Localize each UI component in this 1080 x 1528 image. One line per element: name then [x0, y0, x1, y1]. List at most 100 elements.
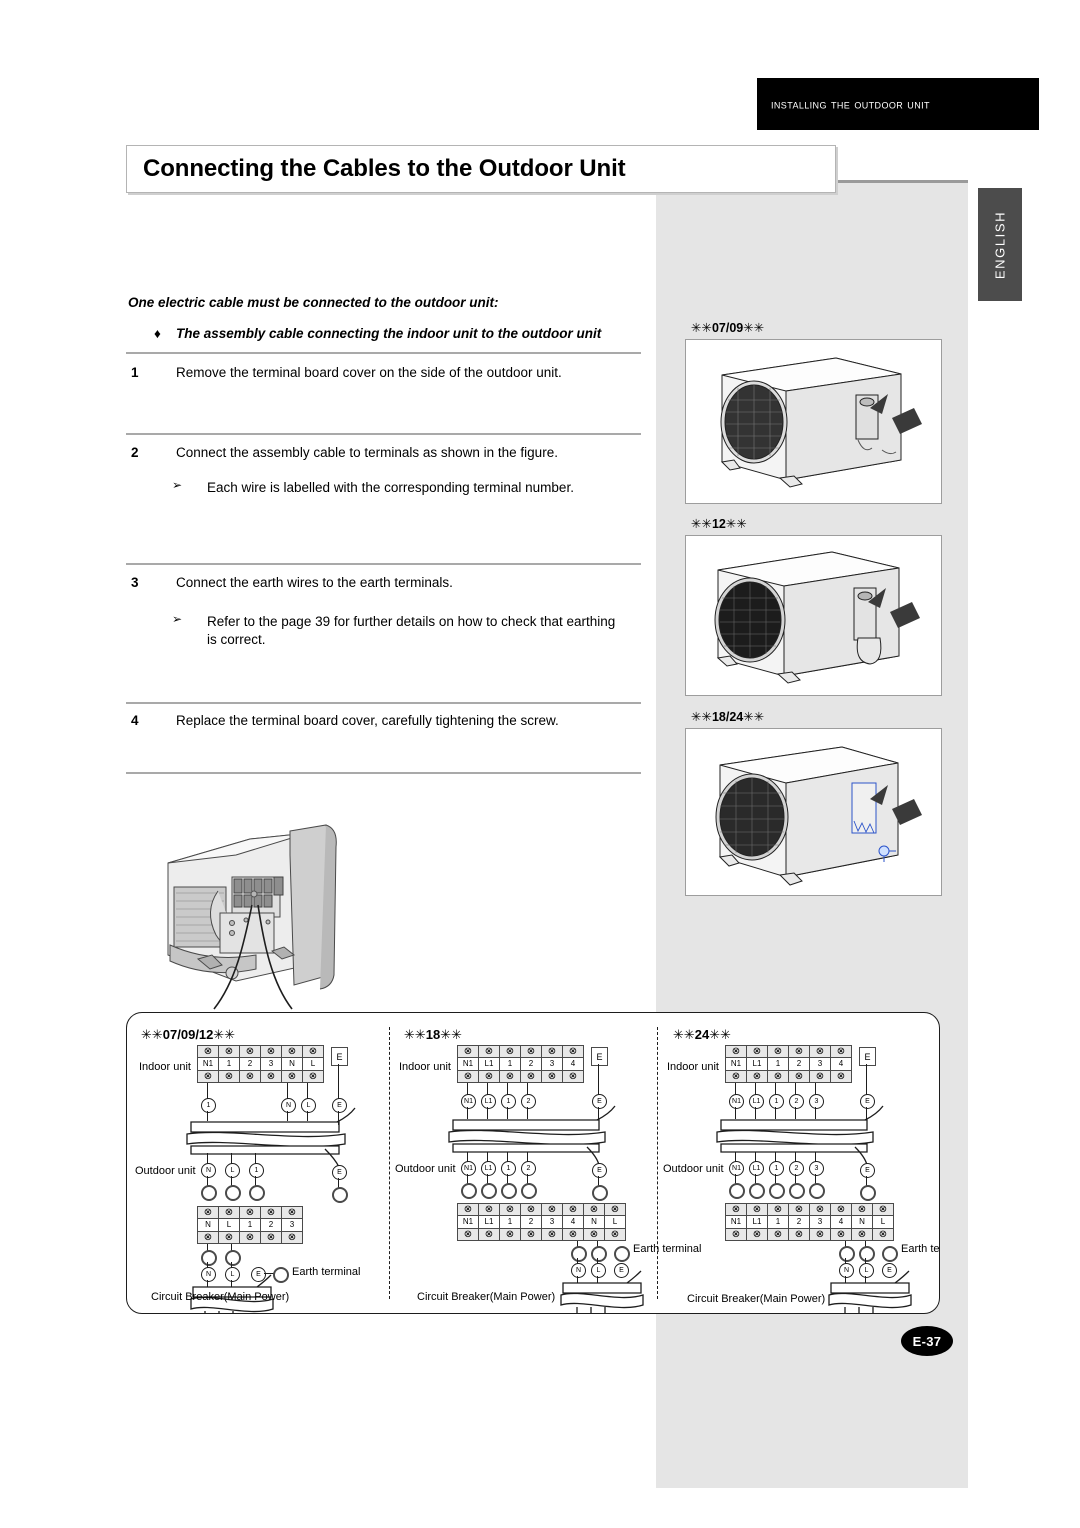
terminal-name: 3: [810, 1216, 830, 1228]
connector-ring: [225, 1250, 241, 1266]
terminal-cell: ⊗ L1 ⊗: [747, 1204, 768, 1240]
terminal-name: 3: [542, 1216, 562, 1228]
wire-tag: N1: [461, 1161, 476, 1176]
page-number-badge: E-37: [901, 1326, 953, 1356]
step-3-sub-1-text: Refer to the page 39 for further details…: [207, 614, 616, 648]
terminal-screw-icon: ⊗: [810, 1228, 830, 1240]
terminal-cell: ⊗ N ⊗: [198, 1207, 219, 1243]
wire-tag: L1: [481, 1161, 496, 1176]
terminal-screw-icon: ⊗: [789, 1046, 809, 1058]
terminal-screw-icon: ⊗: [852, 1204, 872, 1216]
wire-tag: E: [614, 1263, 629, 1278]
diagram-3-breaker-cable: [828, 1270, 912, 1313]
connector-ring: [501, 1183, 517, 1199]
terminal-screw-icon: ⊗: [198, 1207, 218, 1219]
terminal-screw-icon: ⊗: [219, 1070, 239, 1082]
connector-ring: [273, 1267, 289, 1283]
terminal-screw-icon: ⊗: [563, 1228, 583, 1240]
terminal-cell: ⊗ 1 ⊗: [500, 1204, 521, 1240]
terminal-screw-icon: ⊗: [303, 1046, 323, 1058]
terminal-cell: ⊗ 1 ⊗: [500, 1046, 521, 1082]
terminal-cell: ⊗ L ⊗: [605, 1204, 625, 1240]
terminal-screw-icon: ⊗: [768, 1046, 788, 1058]
connector-ring: [521, 1183, 537, 1199]
wire: [307, 1083, 309, 1099]
terminal-cell: ⊗ 2 ⊗: [240, 1046, 261, 1082]
terminal-name: 2: [789, 1058, 809, 1070]
terminal-name: L1: [747, 1216, 767, 1228]
terminal-screw-icon: ⊗: [563, 1204, 583, 1216]
terminal-name: 1: [219, 1058, 239, 1070]
wire: [866, 1064, 868, 1095]
terminal-screw-icon: ⊗: [282, 1046, 302, 1058]
terminal-screw-icon: ⊗: [500, 1046, 520, 1058]
wire-tag: L: [225, 1163, 240, 1178]
terminal-name: L1: [747, 1058, 767, 1070]
wire-tag: N: [201, 1267, 216, 1282]
terminal-screw-icon: ⊗: [479, 1228, 499, 1240]
terminal-screw-icon: ⊗: [831, 1228, 851, 1240]
terminal-screw-icon: ⊗: [852, 1228, 872, 1240]
wire: [598, 1064, 600, 1095]
language-tab-label: ENGLISH: [992, 210, 1008, 279]
terminal-screw-icon: ⊗: [789, 1204, 809, 1216]
diagram-3-indoor-terminal-strip: ⊗ N1 ⊗ ⊗ L1 ⊗ ⊗ 1 ⊗ ⊗ 2 ⊗ ⊗ 3 ⊗ ⊗ 4 ⊗: [725, 1045, 852, 1083]
terminal-cell: ⊗ 3 ⊗: [542, 1204, 563, 1240]
divider-rule-5: [126, 772, 641, 774]
connector-ring: [571, 1246, 587, 1262]
terminal-screw-icon: ⊗: [726, 1228, 746, 1240]
terminal-screw-icon: ⊗: [747, 1070, 767, 1082]
terminal-screw-icon: ⊗: [500, 1204, 520, 1216]
terminal-name: L1: [479, 1216, 499, 1228]
terminal-name: L1: [479, 1058, 499, 1070]
terminal-screw-icon: ⊗: [500, 1070, 520, 1082]
diagram-3-title: ✳✳24✳✳: [673, 1027, 732, 1042]
diagram-1-earth-terminal-label: Earth terminal: [292, 1266, 361, 1278]
terminal-screw-icon: ⊗: [479, 1204, 499, 1216]
connector-ring: [201, 1185, 217, 1201]
terminal-screw-icon: ⊗: [768, 1070, 788, 1082]
terminal-screw-icon: ⊗: [810, 1070, 830, 1082]
wire-tag: 1: [501, 1094, 516, 1109]
wire: [598, 1107, 600, 1119]
diagram-3-outdoor-label: Outdoor unit: [663, 1163, 724, 1175]
terminal-screw-icon: ⊗: [542, 1204, 562, 1216]
wire-tag: L: [591, 1263, 606, 1278]
terminal-cell: ⊗ 2 ⊗: [521, 1204, 542, 1240]
wire-tag: E: [860, 1094, 875, 1109]
diagram-3-outdoor-terminal-strip: ⊗ N1 ⊗ ⊗ L1 ⊗ ⊗ 1 ⊗ ⊗ 2 ⊗ ⊗ 3 ⊗ ⊗ 4 ⊗ ⊗ …: [725, 1203, 894, 1241]
terminal-screw-icon: ⊗: [789, 1228, 809, 1240]
step-4-text: Replace the terminal board cover, carefu…: [176, 713, 559, 728]
wire-tag: E: [860, 1163, 875, 1178]
terminal-name: L: [303, 1058, 323, 1070]
wire-tag: 1: [769, 1161, 784, 1176]
terminal-name: N1: [458, 1058, 478, 1070]
terminal-cell: ⊗ 2 ⊗: [789, 1204, 810, 1240]
wire-tag: 3: [809, 1161, 824, 1176]
diagram-3-indoor-label: Indoor unit: [667, 1061, 719, 1073]
wire-tag: E: [251, 1267, 266, 1282]
terminal-screw-icon: ⊗: [521, 1204, 541, 1216]
terminal-name: 2: [521, 1216, 541, 1228]
wire-tag: L: [225, 1267, 240, 1282]
terminal-screw-icon: ⊗: [747, 1228, 767, 1240]
wire-tag: N: [201, 1163, 216, 1178]
terminal-name: 2: [789, 1216, 809, 1228]
connector-ring: [591, 1246, 607, 1262]
wire-tag: N: [281, 1098, 296, 1113]
diamond-bullet-icon: ♦: [154, 326, 161, 341]
step-1-number: 1: [131, 365, 139, 380]
terminal-screw-icon: ⊗: [726, 1046, 746, 1058]
connector-ring: [461, 1183, 477, 1199]
diagram-2-earth-label-line1: Earth terminal: [633, 1243, 702, 1255]
terminal-cell: ⊗ 4 ⊗: [563, 1046, 583, 1082]
terminal-cell: ⊗ 3 ⊗: [542, 1046, 563, 1082]
wire: [338, 1111, 340, 1125]
terminal-screw-icon: ⊗: [542, 1228, 562, 1240]
terminal-screw-icon: ⊗: [240, 1070, 260, 1082]
wire-tag: L1: [749, 1094, 764, 1109]
unit-illustration-12: [685, 535, 942, 696]
connector-ring: [769, 1183, 785, 1199]
terminal-screw-icon: ⊗: [219, 1046, 239, 1058]
diagram-1-indoor-earth-box: E: [331, 1047, 348, 1066]
